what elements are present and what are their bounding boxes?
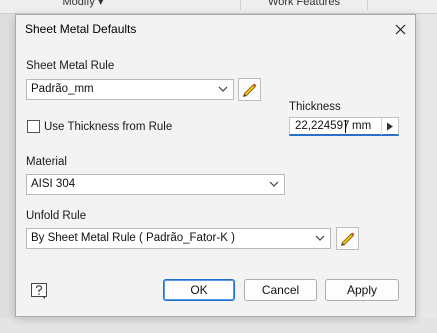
unfold-rule-select[interactable]: By Sheet Metal Rule ( Padrão_Fator-K ) — [26, 228, 331, 249]
sheet-metal-rule-value: Padrão_mm — [31, 83, 94, 95]
help-button[interactable] — [29, 281, 49, 301]
pencil-icon — [341, 232, 355, 246]
close-icon — [395, 24, 405, 34]
background-panel-left — [0, 14, 16, 333]
apply-button[interactable]: Apply — [325, 279, 399, 301]
material-label: Material — [26, 156, 67, 168]
tab-modify-label: Modify — [62, 0, 95, 8]
sheet-metal-defaults-dialog: Sheet Metal Defaults Sheet Metal Rule Pa… — [15, 14, 416, 317]
edit-sheet-metal-rule-button[interactable] — [238, 78, 261, 101]
dialog-title: Sheet Metal Defaults — [25, 22, 137, 36]
text-cursor — [345, 120, 346, 133]
unfold-rule-label: Unfold Rule — [26, 210, 87, 222]
background-panel-bottom — [0, 318, 437, 333]
chevron-down-icon: ▾ — [97, 0, 104, 8]
edit-unfold-rule-button[interactable] — [336, 227, 359, 250]
tab-work-features-label: Work Features — [268, 0, 340, 8]
chevron-down-icon — [315, 235, 325, 241]
cancel-button[interactable]: Cancel — [244, 279, 317, 301]
close-button[interactable] — [388, 18, 412, 40]
tab-modify[interactable]: Modify ▾ — [38, 0, 128, 10]
material-value: AISI 304 — [31, 178, 76, 190]
thickness-input[interactable]: 22,224597 mm — [289, 117, 399, 136]
thickness-flyout-button[interactable] — [381, 118, 398, 135]
chevron-down-icon — [269, 181, 279, 187]
thickness-unit: mm — [352, 120, 372, 132]
pencil-icon — [243, 83, 257, 97]
unfold-rule-value: By Sheet Metal Rule ( Padrão_Fator-K ) — [31, 232, 235, 244]
ok-button[interactable]: OK — [163, 279, 235, 301]
chevron-down-icon — [218, 86, 228, 92]
sheet-metal-rule-select[interactable]: Padrão_mm — [26, 79, 234, 100]
use-thickness-checkbox[interactable] — [27, 120, 40, 133]
thickness-value: 22,224597 — [295, 120, 350, 132]
sheet-metal-rule-label: Sheet Metal Rule — [26, 60, 115, 72]
tab-work-features[interactable]: Work Features — [240, 0, 368, 10]
use-thickness-label: Use Thickness from Rule — [44, 121, 173, 133]
material-select[interactable]: AISI 304 — [26, 174, 285, 195]
thickness-label: Thickness — [289, 101, 341, 113]
help-icon — [31, 283, 47, 299]
play-arrow-icon — [387, 122, 393, 131]
